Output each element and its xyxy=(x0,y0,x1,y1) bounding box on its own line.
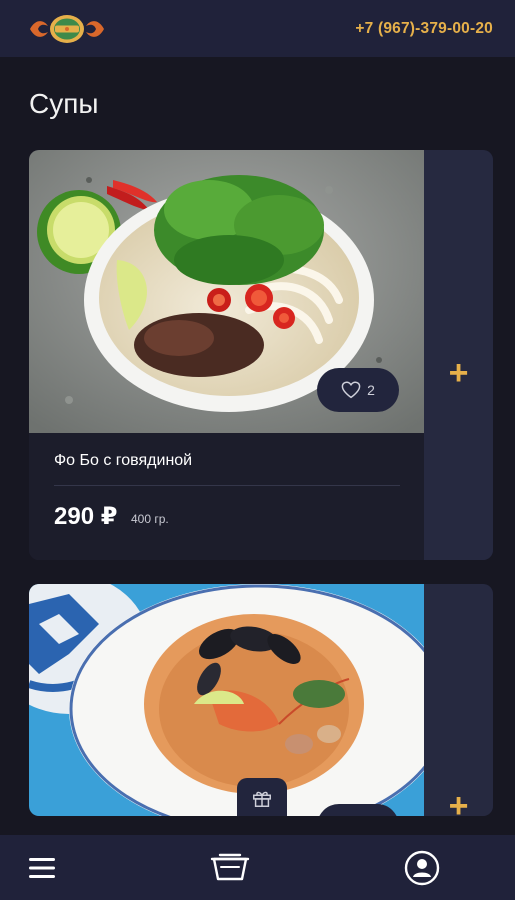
phone-number-link[interactable]: +7 (967)-379-00-20 xyxy=(355,20,493,38)
add-to-cart-panel[interactable]: + xyxy=(424,150,493,560)
product-name[interactable]: Фо Бо с говядиной xyxy=(54,452,192,470)
hamburger-menu-icon xyxy=(29,858,55,878)
product-card[interactable]: + xyxy=(29,584,493,816)
profile-button[interactable] xyxy=(402,849,442,887)
add-to-cart-button[interactable]: + xyxy=(424,353,493,393)
seafood-soup-image xyxy=(29,584,424,816)
like-button[interactable]: 2 xyxy=(317,368,399,412)
section-title: Супы xyxy=(29,88,99,119)
like-button[interactable] xyxy=(317,804,399,816)
product-price: 290 ₽ xyxy=(54,503,118,530)
app-header: +7 (967)-379-00-20 xyxy=(0,0,515,57)
add-to-cart-panel[interactable]: + xyxy=(424,584,493,816)
add-to-cart-button[interactable]: + xyxy=(424,786,493,816)
product-photo[interactable] xyxy=(29,584,424,816)
gift-icon xyxy=(253,791,271,807)
like-count: 2 xyxy=(367,382,375,398)
cart-button[interactable] xyxy=(208,849,252,887)
restaurant-logo[interactable] xyxy=(28,12,106,46)
divider xyxy=(54,485,400,486)
product-card-body[interactable]: 2 Фо Бо с говядиной 290 ₽ 400 гр. xyxy=(29,150,424,560)
gift-button[interactable] xyxy=(237,778,287,816)
basket-icon xyxy=(210,853,250,881)
bottom-navigation xyxy=(0,835,515,900)
heart-icon xyxy=(341,381,361,399)
user-profile-icon xyxy=(404,850,440,886)
product-card-body[interactable] xyxy=(29,584,424,816)
product-weight: 400 гр. xyxy=(131,512,169,526)
menu-button[interactable] xyxy=(24,849,60,887)
product-card[interactable]: 2 Фо Бо с говядиной 290 ₽ 400 гр. + xyxy=(29,150,493,560)
